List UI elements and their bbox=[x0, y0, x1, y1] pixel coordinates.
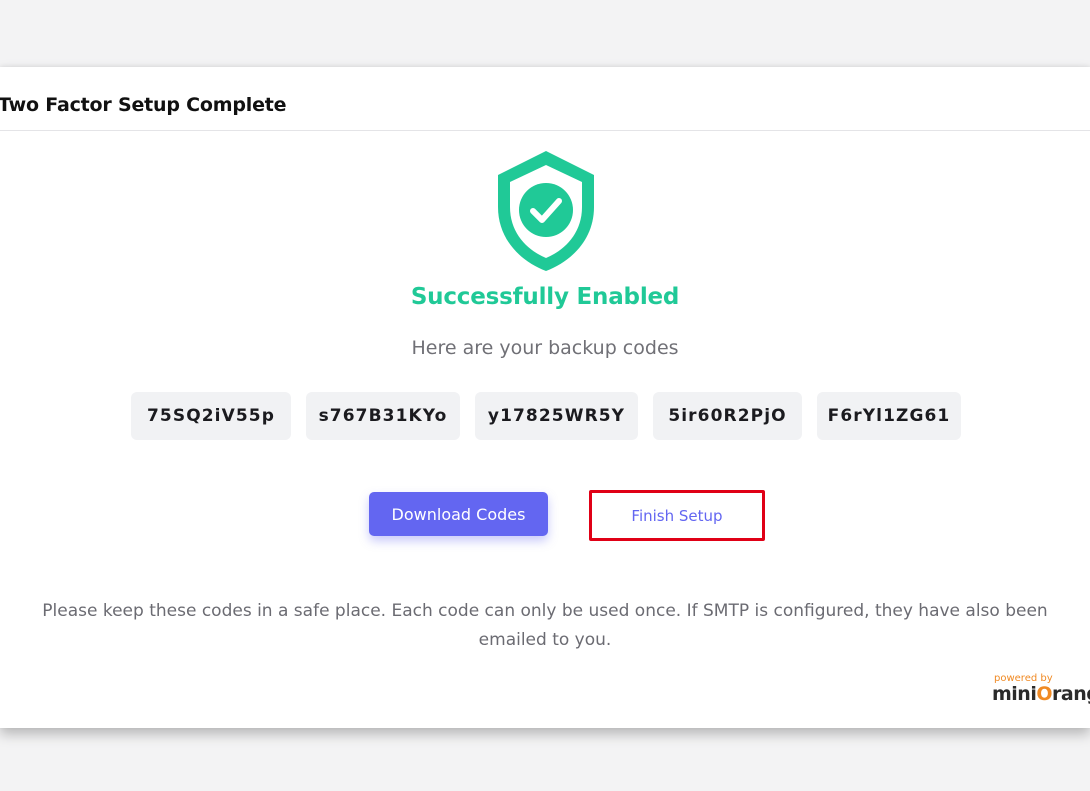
success-heading: Successfully Enabled bbox=[410, 284, 680, 310]
brand-prefix: mini bbox=[992, 683, 1037, 705]
backup-codes-note: Please keep these codes in a safe place.… bbox=[42, 601, 1048, 650]
backup-codes-subtitle: Here are your backup codes bbox=[411, 337, 679, 359]
backup-codes-list: 75SQ2iV55p s767B31KYo y17825WR5Y 5ir60R2… bbox=[0, 392, 1090, 440]
shield-check-icon bbox=[498, 151, 594, 271]
backup-code: 5ir60R2PjO bbox=[653, 392, 802, 440]
modal-header: Two Factor Setup Complete bbox=[0, 67, 1090, 131]
two-factor-complete-modal: Two Factor Setup Complete Successfully E… bbox=[0, 67, 1090, 728]
backup-code: y17825WR5Y bbox=[475, 392, 638, 440]
brand-suffix: rang bbox=[1052, 683, 1090, 705]
powered-by-logo: powered by miniOrang bbox=[990, 673, 1090, 713]
finish-setup-button[interactable]: Finish Setup bbox=[589, 490, 765, 541]
backup-code: 75SQ2iV55p bbox=[131, 392, 291, 440]
backup-code: F6rYl1ZG61 bbox=[817, 392, 961, 440]
brand-logo: miniOrang bbox=[992, 683, 1090, 705]
brand-o-mark: O bbox=[1036, 683, 1053, 705]
backup-code: s767B31KYo bbox=[306, 392, 460, 440]
download-codes-button[interactable]: Download Codes bbox=[369, 492, 548, 536]
modal-title: Two Factor Setup Complete bbox=[0, 94, 287, 116]
